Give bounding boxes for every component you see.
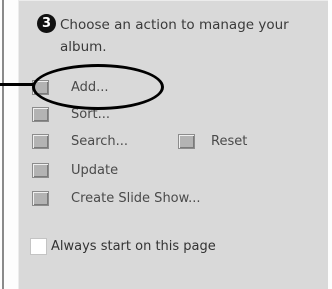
update-button-label[interactable]: Update xyxy=(71,163,118,178)
create-slide-show-button-icon[interactable] xyxy=(32,190,49,206)
create-slide-show-button[interactable]: Create Slide Show... xyxy=(32,188,200,208)
step-heading: Choose an action to manage your album. xyxy=(60,17,289,55)
always-start-label[interactable]: Always start on this page xyxy=(51,239,216,254)
always-start-checkbox[interactable] xyxy=(30,237,47,255)
update-button-icon[interactable] xyxy=(32,162,49,178)
always-start-option[interactable]: Always start on this page xyxy=(30,236,216,256)
reset-button-icon[interactable] xyxy=(178,133,195,149)
update-button[interactable]: Update xyxy=(32,160,118,180)
search-button-label[interactable]: Search... xyxy=(71,134,128,149)
reset-button[interactable]: Reset xyxy=(178,131,247,151)
search-button[interactable]: Search... xyxy=(32,131,128,151)
highlight-ellipse xyxy=(32,64,164,110)
step-number-badge: 3 xyxy=(37,14,56,33)
panel-divider xyxy=(2,0,4,289)
sort-button-icon[interactable] xyxy=(32,106,49,122)
create-slide-show-button-label[interactable]: Create Slide Show... xyxy=(71,191,200,206)
reset-button-label[interactable]: Reset xyxy=(211,134,247,149)
pointer-line xyxy=(0,83,34,86)
search-button-icon[interactable] xyxy=(32,133,49,149)
